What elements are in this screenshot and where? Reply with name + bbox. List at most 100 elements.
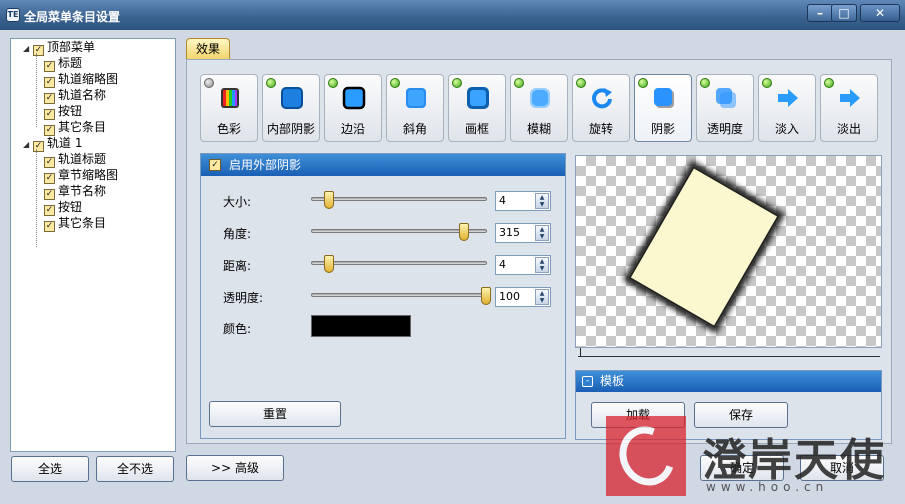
tree-item[interactable]: ✓ 轨道缩略图 (44, 71, 118, 88)
effect-blur-button[interactable]: 模糊 (510, 74, 568, 142)
effect-label: 斜角 (402, 122, 427, 136)
effect-inner-shadow-button[interactable]: 内部阴影 (262, 74, 320, 142)
param-label: 角度: (223, 227, 252, 241)
effect-rainbow-button[interactable]: 色彩 (200, 74, 258, 142)
tree-group[interactable]: ◢ ✓ 顶部菜单 (23, 39, 96, 57)
outer-shadow-header[interactable]: ✓ 启用外部阴影 (201, 154, 565, 176)
enable-shadow-label: 启用外部阴影 (229, 158, 302, 172)
app-icon: TE (6, 8, 20, 22)
param-spinbox[interactable]: 100 ▲ ▼ (495, 287, 551, 307)
tree-item[interactable]: ✓ 轨道标题 (44, 151, 106, 168)
tree-label: 按钮 (58, 104, 83, 118)
param-slider[interactable] (311, 223, 487, 241)
param-spinbox[interactable]: 4 ▲ ▼ (495, 255, 551, 275)
effect-label: 边沿 (340, 122, 365, 136)
tree-checkbox[interactable]: ✓ (44, 221, 55, 232)
param-value[interactable]: 100 (499, 290, 520, 303)
tree-label: 章节缩略图 (58, 168, 119, 182)
tree-item[interactable]: ✓ 按钮 (44, 199, 82, 216)
spin-arrows-icon[interactable]: ▲ ▼ (535, 225, 549, 241)
collapse-icon[interactable]: - (582, 376, 593, 387)
param-spinbox[interactable]: 4 ▲ ▼ (495, 191, 551, 211)
watermark-text: 澄岸天使 (702, 435, 886, 486)
tree-label: 轨道名称 (58, 88, 107, 102)
status-led-icon (328, 78, 338, 88)
effect-frame-button[interactable]: 画框 (448, 74, 506, 142)
expand-icon[interactable]: ◢ (23, 137, 33, 153)
slider-thumb[interactable] (481, 287, 491, 305)
slider-thumb[interactable] (324, 191, 335, 209)
effect-preview (575, 155, 882, 348)
expand-icon[interactable]: ◢ (23, 41, 33, 57)
advanced-button[interactable]: >> 高级 (186, 455, 284, 481)
effect-bevel-button[interactable]: 斜角 (386, 74, 444, 142)
effect-label: 画框 (464, 122, 489, 136)
select-all-button[interactable]: 全选 (11, 456, 89, 482)
param-value[interactable]: 4 (499, 258, 506, 271)
effect-label: 内部阴影 (266, 122, 315, 136)
tree-item[interactable]: ✓ 其它条目 (44, 119, 107, 136)
effect-edge-button[interactable]: 边沿 (324, 74, 382, 142)
template-title: 模板 (600, 374, 625, 388)
status-led-icon (700, 78, 710, 88)
spin-arrows-icon[interactable]: ▲ ▼ (535, 193, 549, 209)
tree-checkbox[interactable]: ✓ (33, 45, 44, 56)
bevel-icon (404, 86, 428, 110)
param-slider[interactable] (311, 191, 487, 209)
param-value[interactable]: 4 (499, 194, 506, 207)
preview-slider[interactable] (578, 348, 880, 357)
param-label: 透明度: (223, 291, 264, 305)
tree-label: 轨道 1 (47, 136, 83, 150)
close-button[interactable]: ✕ (860, 4, 900, 22)
tree-label: 其它条目 (58, 120, 107, 134)
shadow-color-swatch[interactable] (311, 315, 411, 337)
tab-effects[interactable]: 效果 (186, 38, 230, 60)
menu-tree[interactable]: ◢ ✓ 顶部菜单 ✓ 标题 ✓ 轨道缩略图 ✓ 轨道名称 ✓ 按钮 ✓ 其它条目 ◢ ✓ 轨道 1 ✓ 轨道标题 ✓… (10, 38, 176, 452)
status-led-icon (638, 78, 648, 88)
inner-shadow-icon (280, 86, 304, 110)
effect-rotate-button[interactable]: 旋转 (572, 74, 630, 142)
effect-label: 模糊 (526, 122, 551, 136)
tree-item[interactable]: ✓ 章节名称 (44, 183, 106, 200)
minimize-button[interactable]: – (807, 4, 833, 22)
tree-group[interactable]: ◢ ✓ 轨道 1 (23, 135, 83, 153)
rainbow-icon (218, 86, 242, 110)
slider-thumb[interactable] (324, 255, 335, 273)
status-led-icon (452, 78, 462, 88)
tree-item[interactable]: ✓ 标题 (44, 55, 82, 72)
tree-item[interactable]: ✓ 轨道名称 (44, 87, 107, 104)
param-slider[interactable] (311, 287, 491, 305)
tree-item[interactable]: ✓ 按钮 (44, 103, 83, 120)
param-slider[interactable] (311, 255, 487, 273)
enable-shadow-checkbox[interactable]: ✓ (209, 159, 221, 171)
param-spinbox[interactable]: 315 ▲ ▼ (495, 223, 551, 243)
effect-label: 淡出 (836, 122, 861, 136)
status-led-icon (204, 78, 214, 88)
slider-thumb[interactable] (459, 223, 470, 241)
title-bar[interactable]: TE 全局菜单条目设置 – □ ✕ (0, 0, 905, 30)
outer-shadow-group: ✓ 启用外部阴影 大小: 4 ▲ ▼ 角度: 315 ▲ ▼ 距离: 4 ▲ ▼ 透明度: 100 ▲ ▼ 颜… (200, 153, 566, 439)
select-none-button[interactable]: 全不选 (96, 456, 174, 482)
tree-item[interactable]: ✓ 其它条目 (44, 215, 106, 232)
template-header[interactable]: - 模板 (576, 371, 881, 392)
maximize-button[interactable]: □ (831, 4, 857, 22)
spin-arrows-icon[interactable]: ▲ ▼ (535, 257, 549, 273)
preview-slider-thumb[interactable] (580, 348, 581, 357)
transparency-icon (714, 86, 738, 110)
tree-checkbox[interactable]: ✓ (33, 141, 44, 152)
settings-window: TE 全局菜单条目设置 – □ ✕ ◢ ✓ 顶部菜单 ✓ 标题 ✓ 轨道缩略图 ✓ 轨道名称 ✓ 按… (0, 0, 905, 504)
param-value[interactable]: 315 (499, 226, 520, 239)
status-led-icon (514, 78, 524, 88)
effect-label: 旋转 (588, 122, 613, 136)
tree-label: 顶部菜单 (47, 40, 96, 54)
watermark-emblem (606, 416, 686, 496)
shadow-icon (652, 86, 676, 110)
effect-transparency-button[interactable]: 透明度 (696, 74, 754, 142)
effect-shadow-button[interactable]: 阴影 (634, 74, 692, 142)
spin-arrows-icon[interactable]: ▲ ▼ (535, 289, 549, 305)
reset-button[interactable]: 重置 (209, 401, 341, 427)
effect-fade-out-button[interactable]: 淡出 (820, 74, 878, 142)
effect-label: 淡入 (774, 122, 799, 136)
tree-item[interactable]: ✓ 章节缩略图 (44, 167, 119, 184)
effect-fade-in-button[interactable]: 淡入 (758, 74, 816, 142)
